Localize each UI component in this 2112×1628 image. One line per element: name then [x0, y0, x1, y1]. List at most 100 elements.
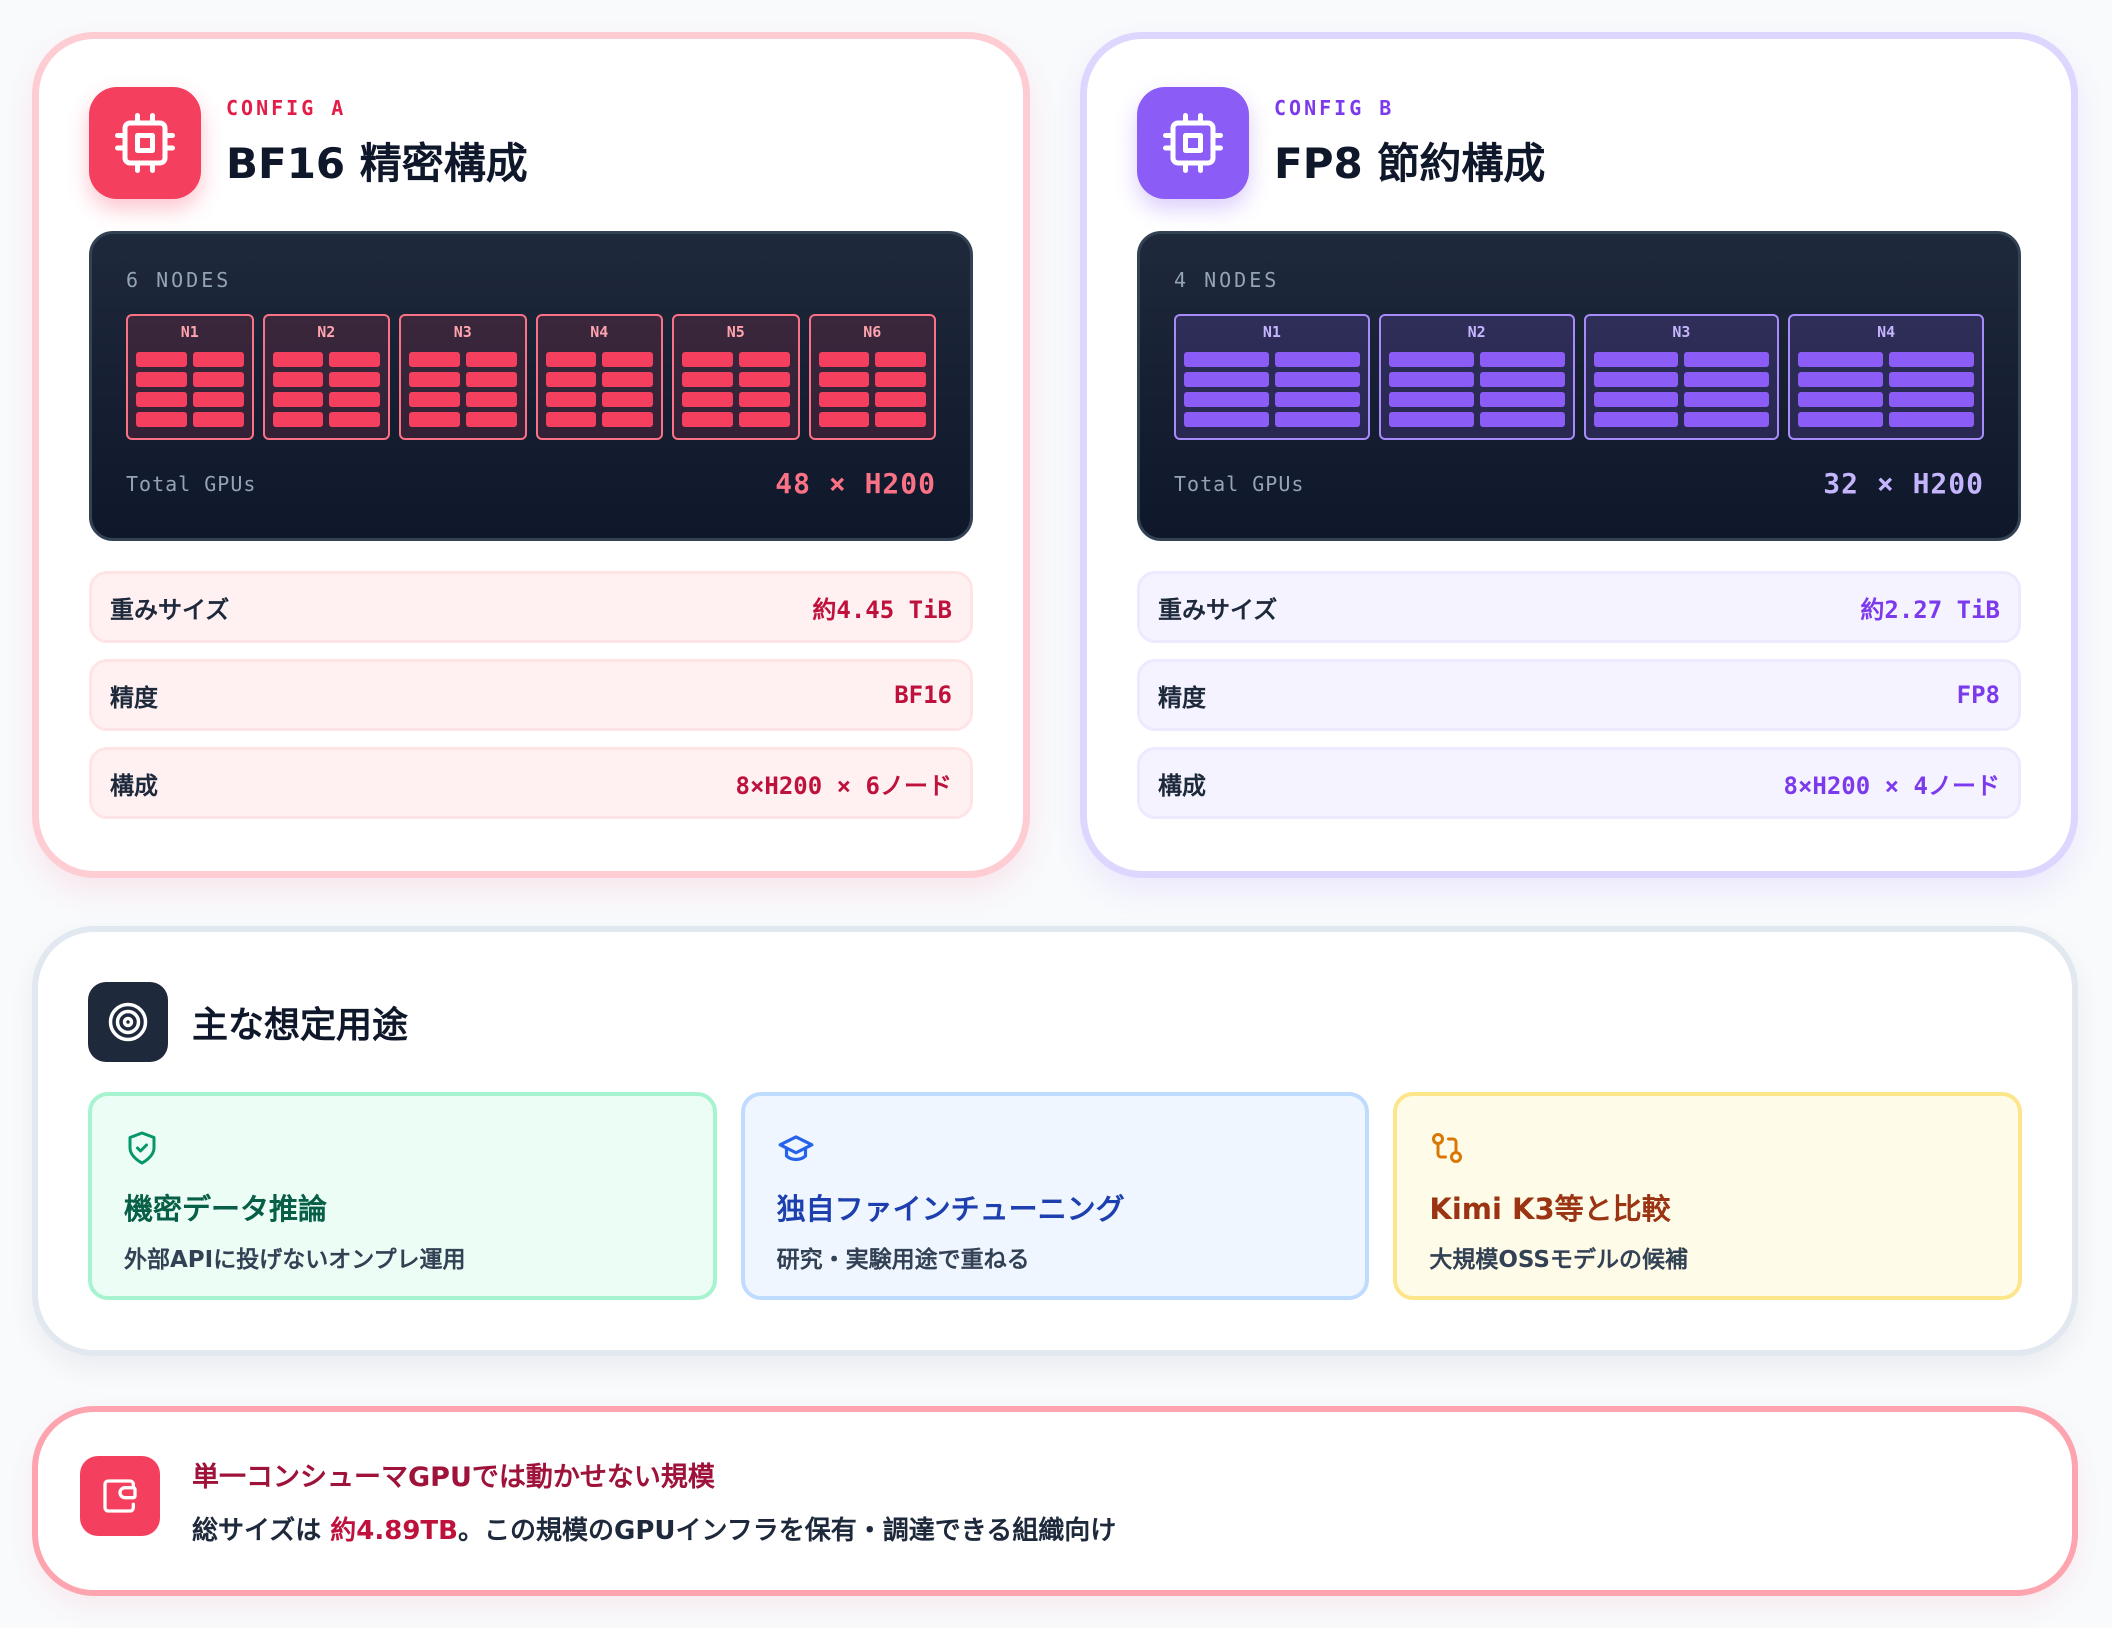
node-label: N3 — [453, 323, 472, 341]
spec-row-precision: 精度 BF16 — [89, 659, 973, 731]
note-body-prefix: 総サイズは — [192, 1516, 331, 1546]
gpu-node: N2 — [262, 314, 390, 440]
gpu-unit — [738, 392, 790, 407]
gpu-unit — [272, 392, 324, 407]
gpu-unit — [682, 352, 733, 367]
gpu-unit — [682, 392, 733, 407]
gpu-unit — [818, 352, 870, 367]
gpu-unit — [1274, 372, 1360, 387]
gpu-unit — [1274, 392, 1360, 407]
section-title: 主な想定用途 — [192, 1005, 409, 1046]
use-case-title: 機密データ推論 — [124, 1192, 328, 1226]
gpu-unit — [329, 412, 380, 427]
gpu-unit — [136, 392, 187, 407]
config-title: BF16 精密構成 — [226, 138, 528, 188]
gpu-unit — [1889, 372, 1974, 387]
use-case-card: 独自ファインチューニング 研究・実験用途で重ねる — [740, 1092, 1370, 1300]
gpu-unit — [1889, 352, 1974, 367]
gpu-unit — [465, 352, 517, 367]
note-body-suffix: 。この規模のGPUインフラを保有・調達できる組織向け — [457, 1516, 1117, 1546]
gpu-unit — [818, 372, 870, 387]
spec-label: 精度 — [110, 683, 158, 712]
gpu-unit — [545, 412, 597, 427]
gpu-unit — [1184, 372, 1269, 387]
gpu-unit — [1684, 392, 1770, 407]
gpu-unit — [1798, 372, 1884, 387]
use-case-desc: 外部APIに投げないオンプレ運用 — [124, 1247, 466, 1273]
gpu-unit — [1684, 372, 1770, 387]
config-label: CONFIG A — [226, 95, 347, 120]
spec-value: 8×H200 × 6ノード — [735, 771, 953, 800]
graduation-cap-icon — [777, 1128, 1334, 1168]
gpu-unit — [329, 352, 380, 367]
target-icon — [88, 982, 168, 1062]
spec-row-weight-size: 重みサイズ 約4.45 TiB — [89, 571, 973, 643]
config-a-header: CONFIG A BF16 精密構成 — [89, 87, 973, 199]
gpu-unit — [602, 372, 653, 387]
gpu-node: N6 — [808, 314, 936, 440]
use-cases-section: 主な想定用途 機密データ推論 外部APIに投げないオンプレ運用 独自ファインチュ… — [32, 926, 2078, 1356]
gpu-unit — [1388, 352, 1474, 367]
gpu-node: N3 — [1583, 314, 1780, 440]
node-label: N2 — [317, 323, 336, 341]
gpu-unit — [1684, 412, 1770, 427]
spec-value: 8×H200 × 4ノード — [1783, 771, 2001, 800]
gpu-unit — [192, 352, 244, 367]
gpu-unit — [465, 392, 517, 407]
total-gpus-label: Total GPUs — [126, 471, 257, 496]
spec-row-configuration: 構成 8×H200 × 6ノード — [89, 747, 973, 819]
config-b-card: CONFIG B FP8 節約構成 4 NODES N1 N2 N3 N4 Total… — [1080, 32, 2078, 878]
use-case-title: Kimi K3等と比較 — [1429, 1192, 1671, 1226]
nodes-count-label: 4 NODES — [1174, 268, 1280, 292]
gpu-unit — [272, 372, 324, 387]
spec-value: 約4.45 TiB — [812, 595, 952, 624]
gpu-unit — [409, 392, 460, 407]
spec-value: 約2.27 TiB — [1860, 595, 2000, 624]
total-gpus-label: Total GPUs — [1174, 471, 1305, 496]
config-label: CONFIG B — [1274, 95, 1395, 120]
gpu-unit — [602, 352, 653, 367]
gpu-unit — [409, 352, 460, 367]
gpu-unit — [409, 412, 460, 427]
gpu-node: N4 — [1788, 314, 1984, 440]
cluster-diagram: 4 NODES N1 N2 N3 N4 Total GPUs 32 × H200 — [1137, 231, 2021, 541]
gpu-unit — [1593, 372, 1679, 387]
node-label: N4 — [590, 323, 609, 341]
total-gpus-value: 48 × H200 — [775, 467, 936, 500]
gpu-unit — [1479, 392, 1565, 407]
gpu-unit — [1798, 352, 1884, 367]
gpu-unit — [136, 372, 187, 387]
total-size-highlight: 約4.89TB — [330, 1516, 458, 1546]
chip-icon — [1137, 87, 1249, 199]
gpu-unit — [875, 372, 926, 387]
gpu-unit — [465, 412, 517, 427]
gpu-unit — [738, 372, 790, 387]
node-label: N1 — [180, 323, 199, 341]
gpu-unit — [545, 372, 597, 387]
nodes-count-label: 6 NODES — [126, 268, 232, 292]
gpu-unit — [1274, 412, 1360, 427]
scale-note: 単一コンシューマGPUでは動かせない規模 総サイズは 約4.89TB。この規模の… — [32, 1406, 2078, 1596]
config-b-header: CONFIG B FP8 節約構成 — [1137, 87, 2021, 199]
spec-row-precision: 精度 FP8 — [1137, 659, 2021, 731]
gpu-unit — [1184, 392, 1269, 407]
gpu-unit — [682, 412, 733, 427]
gpu-unit — [602, 392, 653, 407]
node-row: N1 N2 N3 N4 N5 N6 — [126, 314, 936, 440]
gpu-unit — [602, 412, 653, 427]
spec-value: BF16 — [894, 681, 952, 709]
git-compare-icon — [1429, 1128, 1986, 1168]
spec-row-configuration: 構成 8×H200 × 4ノード — [1137, 747, 2021, 819]
gpu-unit — [272, 412, 324, 427]
use-case-desc: 大規模OSSモデルの候補 — [1429, 1247, 1688, 1273]
gpu-unit — [875, 392, 926, 407]
gpu-unit — [1184, 412, 1269, 427]
spec-label: 重みサイズ — [1158, 595, 1278, 624]
node-label: N6 — [863, 323, 882, 341]
node-label: N4 — [1877, 323, 1896, 341]
gpu-unit — [1593, 352, 1679, 367]
gpu-unit — [409, 372, 460, 387]
cluster-diagram: 6 NODES N1 N2 N3 N4 N5 N6 Total GPUs 48 × H20… — [89, 231, 973, 541]
gpu-unit — [1274, 352, 1360, 367]
gpu-unit — [192, 412, 244, 427]
